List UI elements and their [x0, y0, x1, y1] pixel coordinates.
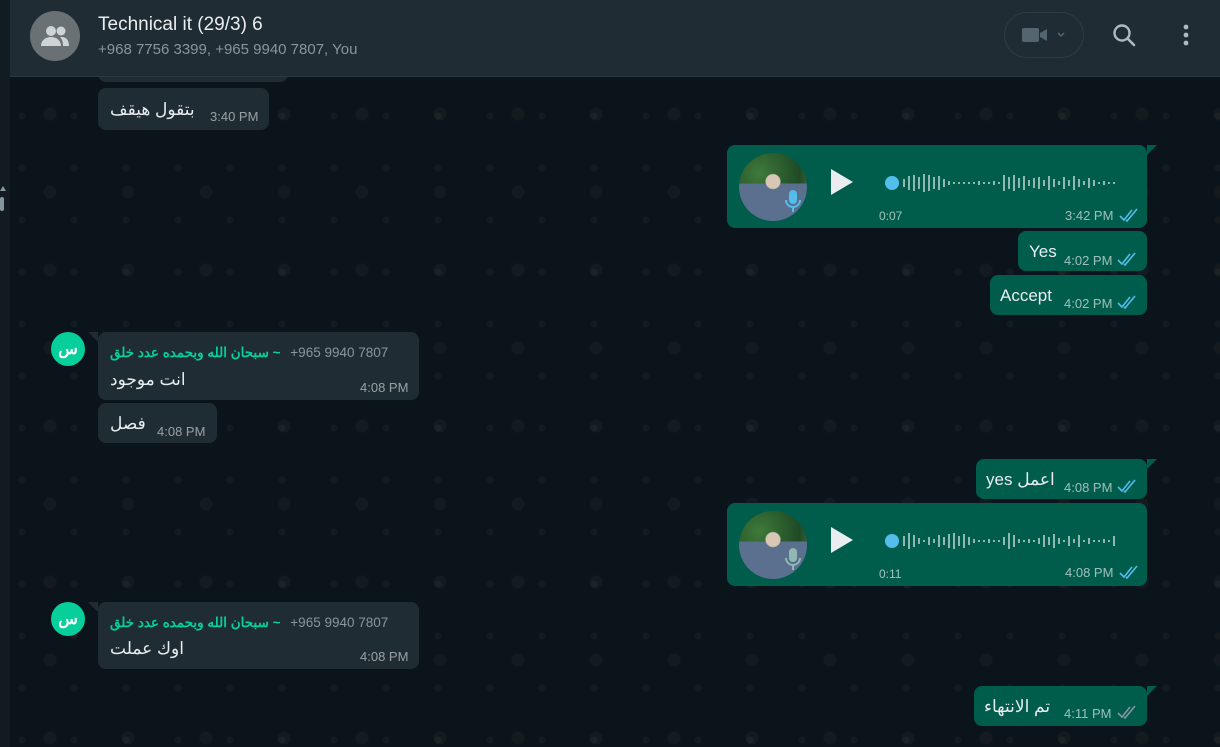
- message-time: 4:08 PM: [1064, 480, 1113, 495]
- voice-waveform[interactable]: [883, 529, 1123, 553]
- sender-avatar[interactable]: س: [51, 602, 85, 636]
- sender-line[interactable]: ~ سبحان الله وبحمده عدد خلق +965 9940 78…: [110, 345, 388, 361]
- voice-duration: 0:11: [879, 567, 902, 581]
- message-outgoing[interactable]: Accept 4:02 PM: [990, 275, 1147, 315]
- message-text: بتقول هيقف: [110, 100, 195, 119]
- message-text: اوك عملت: [110, 639, 184, 658]
- voice-message-outgoing[interactable]: 0:07 3:42 PM: [727, 145, 1147, 228]
- double-check-icon: [1119, 208, 1138, 222]
- search-icon: [1113, 24, 1136, 47]
- message-incoming[interactable]: ~ سبحان الله وبحمده عدد خلق +965 9940 78…: [98, 332, 419, 400]
- message-incoming[interactable]: فصل 4:08 PM: [98, 403, 217, 443]
- message-text: Yes: [1029, 242, 1057, 261]
- voice-duration: 0:07: [879, 209, 903, 223]
- bubble-tail: [1147, 686, 1157, 696]
- menu-button[interactable]: [1171, 20, 1201, 50]
- message-time: 4:08 PM: [360, 649, 409, 664]
- message-time: 4:08 PM: [157, 424, 206, 439]
- message-outgoing[interactable]: تم الانتهاء 4:11 PM: [974, 686, 1147, 726]
- message-time: 4:08 PM: [360, 380, 409, 395]
- voice-waveform[interactable]: [883, 171, 1123, 195]
- video-call-button[interactable]: [1004, 12, 1084, 58]
- play-icon[interactable]: [831, 169, 853, 195]
- chevron-down-icon: [1057, 32, 1065, 38]
- message-time: 4:02 PM: [1064, 296, 1113, 311]
- double-check-icon: [1117, 295, 1136, 309]
- double-check-icon: [1119, 565, 1138, 579]
- bubble-tail: [1147, 145, 1157, 155]
- bubble-tail: [88, 332, 98, 342]
- search-button[interactable]: [1109, 20, 1139, 50]
- participants-list[interactable]: +968 7756 3399, +965 9940 7807, You: [98, 41, 357, 58]
- bubble-tail: [1147, 459, 1157, 469]
- sender-number: +965 9940 7807: [290, 345, 389, 360]
- bubble-tail: [88, 602, 98, 612]
- message-outgoing[interactable]: Yes 4:02 PM: [1018, 231, 1147, 271]
- message-time: 4:11 PM: [1064, 706, 1112, 721]
- double-check-icon: [1117, 252, 1136, 266]
- menu-dots-icon: [1183, 24, 1189, 46]
- mic-icon: [785, 548, 801, 570]
- message-text: تم الانتهاء: [984, 697, 1051, 716]
- double-check-icon: [1117, 479, 1136, 493]
- chat-title[interactable]: Technical it (29/3) 6: [98, 14, 263, 36]
- message-text: اعمل yes: [986, 470, 1055, 489]
- message-text: انت موجود: [110, 370, 186, 389]
- message-time: 4:02 PM: [1064, 253, 1113, 268]
- video-call-icon: [1022, 28, 1047, 42]
- message-time: 3:42 PM: [1065, 208, 1114, 223]
- sender-name: ~ سبحان الله وبحمده عدد خلق: [110, 345, 281, 360]
- message-time: 4:08 PM: [1065, 565, 1114, 580]
- sender-line[interactable]: ~ سبحان الله وبحمده عدد خلق +965 9940 78…: [110, 615, 388, 631]
- chat-pane[interactable]: بتقول هيقف 3:40 PM 0:07 3:42 PM Yes 4:02…: [10, 0, 1220, 747]
- double-check-icon: [1117, 705, 1136, 719]
- mic-icon: [785, 190, 801, 212]
- sender-avatar[interactable]: س: [51, 332, 85, 366]
- message-time: 3:40 PM: [210, 109, 259, 124]
- message-text: فصل: [110, 414, 146, 433]
- sender-number: +965 9940 7807: [290, 615, 389, 630]
- message-outgoing[interactable]: اعمل yes 4:08 PM: [976, 459, 1147, 499]
- message-text: Accept: [1000, 286, 1052, 305]
- sender-name: ~ سبحان الله وبحمده عدد خلق: [110, 615, 281, 630]
- play-icon[interactable]: [831, 527, 853, 553]
- voice-message-outgoing[interactable]: 0:11 4:08 PM: [727, 503, 1147, 586]
- scrollbar[interactable]: [0, 186, 6, 216]
- group-avatar-icon[interactable]: [30, 11, 80, 61]
- message-incoming[interactable]: ~ سبحان الله وبحمده عدد خلق +965 9940 78…: [98, 602, 419, 669]
- message-incoming[interactable]: بتقول هيقف 3:40 PM: [98, 88, 269, 130]
- chat-header[interactable]: Technical it (29/3) 6 +968 7756 3399, +9…: [10, 0, 1220, 77]
